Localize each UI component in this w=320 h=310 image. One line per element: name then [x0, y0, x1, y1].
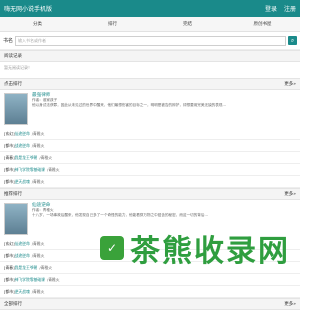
genre-tag: [玄幻] [4, 130, 15, 136]
hot-rank-more-link[interactable]: 更多» [284, 81, 296, 87]
site-title[interactable]: 嗨无网小说手机版 [4, 4, 52, 13]
recommend-rank-more-link[interactable]: 更多» [284, 191, 296, 197]
hot-rank-title: 点击排行 [4, 82, 22, 87]
author-name: /青稚火 [31, 240, 45, 246]
genre-tag: [都市] [4, 276, 15, 282]
watermark-text: 茶熊收录网 [130, 234, 290, 269]
book-link[interactable]: 仙途逆命 [15, 241, 30, 247]
recommend-rank-header: 推荐排行 更多» [0, 188, 300, 200]
account-links: 登录 注册 [260, 4, 296, 13]
main-nav: 分类 排行 完结 原创书屋 [0, 17, 300, 32]
search-bar: 书名 输入书名或作者 ⌕ [0, 32, 300, 50]
book-link[interactable]: 神飞学院零基础课 [15, 277, 45, 283]
author-name: /青稚火 [31, 142, 45, 148]
nav-item-original[interactable]: 原创书屋 [225, 21, 300, 27]
nav-item-rank[interactable]: 排行 [75, 21, 150, 27]
genre-tag: [青春] [4, 154, 15, 160]
watermark: ✓ 茶熊收录网 [100, 228, 300, 269]
list-item[interactable]: [玄幻] 仙途逆命/青稚火 [0, 128, 300, 140]
genre-tag: [玄幻] [4, 240, 15, 246]
book-link[interactable]: 战途逆命 [15, 143, 30, 149]
list-item[interactable]: [都市] 神飞学院零基础课/青稚火 [0, 274, 300, 286]
read-history-empty: 暂无阅读记录！ [4, 65, 32, 70]
list-item[interactable]: [都市] 战途逆命/青稚火 [0, 140, 300, 152]
book-cover-image[interactable] [4, 93, 28, 125]
search-input[interactable]: 输入书名或作者 [15, 35, 286, 46]
genre-tag: [都市] [4, 252, 15, 258]
genre-tag: [青春] [4, 264, 15, 270]
author-name: /青稚火 [31, 130, 45, 136]
nav-item-category[interactable]: 分类 [0, 21, 75, 27]
author-name: /青稚火 [31, 178, 45, 184]
book-cover-image[interactable] [4, 203, 28, 235]
author-name: /青稚火 [46, 166, 60, 172]
watermark-logo-icon: ✓ [100, 236, 124, 260]
book-link[interactable]: 战途逆命 [15, 253, 30, 259]
book-link[interactable]: 逆天战魂 [15, 179, 30, 185]
all-rank-title: 全部排行 [4, 302, 22, 307]
genre-tag: [都市] [4, 142, 15, 148]
author-name: /青稚火 [39, 154, 53, 160]
register-link[interactable]: 注册 [284, 6, 296, 13]
author-name: /青稚火 [39, 264, 53, 270]
list-item[interactable]: [都市] 神飞学院零基础课/青稚火 [0, 164, 300, 176]
book-link[interactable]: 我是龙王爷朝 [15, 265, 38, 271]
hot-rank-header: 点击排行 更多» [0, 78, 300, 90]
author-name: /青稚火 [31, 252, 45, 258]
list-item[interactable]: [都市] 逆天战魂/青稚火 [0, 286, 300, 298]
book-info: 最强律师 作者：谁家孩子 他以身试法获罪，因此从未见过的世界中醒来，他们最想伤害… [32, 93, 296, 125]
book-link[interactable]: 逆天战魂 [15, 289, 30, 295]
author-name: /青稚火 [31, 288, 45, 294]
book-link[interactable]: 神飞学院零基础课 [15, 167, 45, 173]
search-icon: ⌕ [290, 36, 295, 44]
list-item[interactable]: [都市] 逆天战魂/青稚火 [0, 176, 300, 188]
genre-tag: [都市] [4, 178, 15, 184]
book-desc: 他以身试法获罪，因此从未见过的世界中醒来，他们最想伤害的目标之一，明明是被告的辩… [32, 103, 226, 107]
book-link[interactable]: 我是龙王爷朝 [15, 155, 38, 161]
login-link[interactable]: 登录 [265, 6, 277, 13]
read-history-header: 阅读记录 [0, 50, 300, 62]
hot-feature-book[interactable]: 最强律师 作者：谁家孩子 他以身试法获罪，因此从未见过的世界中醒来，他们最想伤害… [0, 90, 300, 128]
author-name: /青稚火 [46, 276, 60, 282]
search-label: 书名 [3, 38, 14, 44]
book-desc: 十八岁，一场事故后醒来，他发现自己多了一个奇怪的能力，他能看穿万物之中蕴含的秘密… [32, 213, 208, 217]
genre-tag: [都市] [4, 166, 15, 172]
search-button[interactable]: ⌕ [288, 36, 297, 45]
hot-list: [玄幻] 仙途逆命/青稚火 [都市] 战途逆命/青稚火 [青春] 我是龙王爷朝/青稚火… [0, 128, 300, 188]
list-item[interactable]: [青春] 我是龙王爷朝/青稚火 [0, 152, 300, 164]
all-rank-more-link[interactable]: 更多» [284, 301, 296, 307]
nav-item-finished[interactable]: 完结 [150, 21, 225, 27]
genre-tag: [都市] [4, 288, 15, 294]
top-bar: 嗨无网小说手机版 登录 注册 [0, 0, 300, 17]
recommend-rank-title: 推荐排行 [4, 192, 22, 197]
book-link[interactable]: 仙途逆命 [15, 131, 30, 137]
read-history-title: 阅读记录 [4, 54, 22, 59]
